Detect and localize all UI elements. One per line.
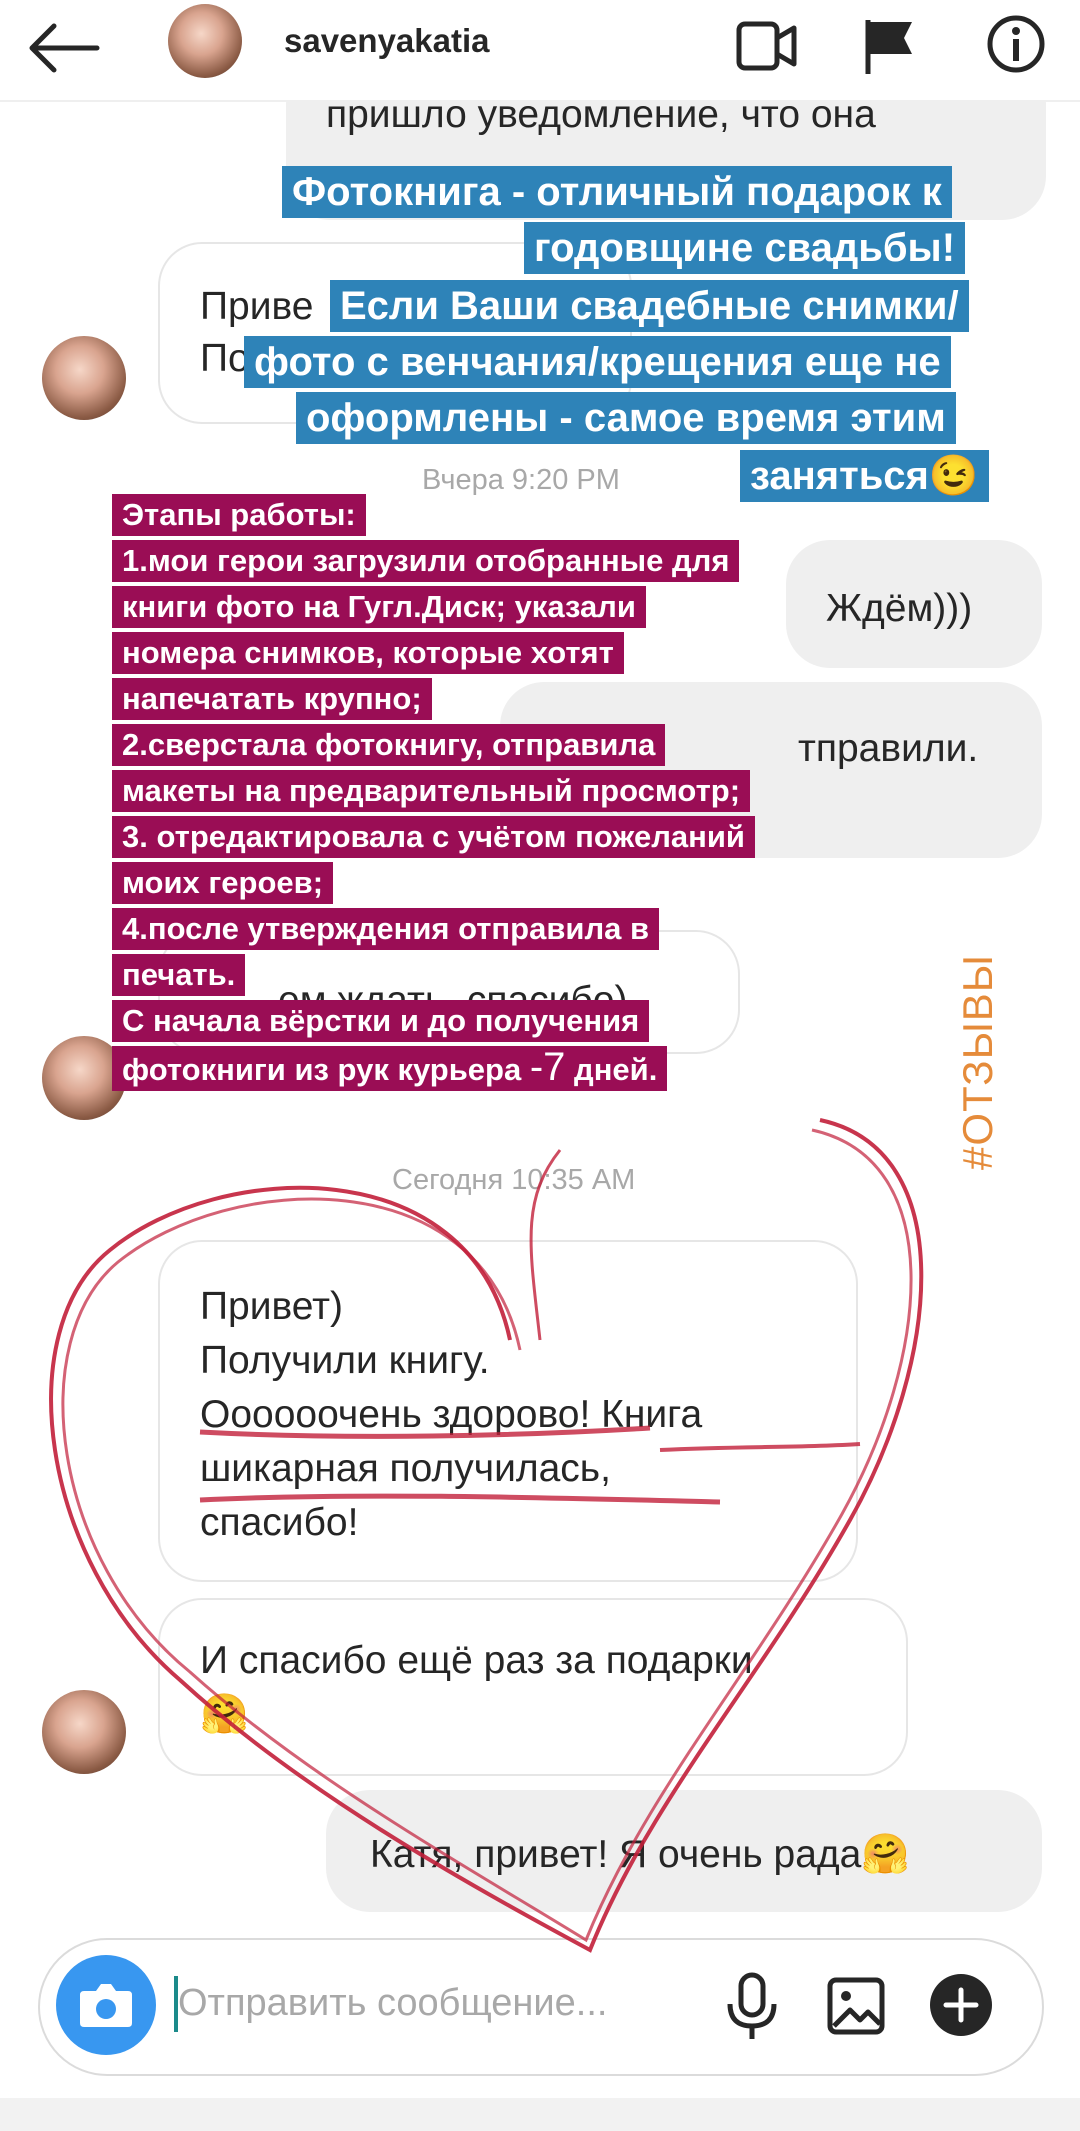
- story-line: книги фото на Гугл.Диск; указали: [112, 586, 646, 628]
- avatar[interactable]: [168, 4, 242, 78]
- message-text: Получили книгу.: [200, 1339, 490, 1382]
- story-line: моих героев;: [112, 862, 334, 904]
- message-text: И спасибо ещё раз за подарки: [200, 1639, 753, 1682]
- plus-button[interactable]: [930, 1974, 992, 2036]
- story-line-text: фотокниги из рук курьера: [122, 1052, 530, 1087]
- story-line: 4.после утверждения отправила в: [112, 908, 660, 950]
- hashtag-label: #ОТЗЫВЫ: [954, 954, 1001, 1170]
- emoji: 🤗: [200, 1693, 249, 1736]
- plus-icon: [943, 1987, 979, 2023]
- story-line: Этапы работы:: [112, 494, 366, 536]
- story-line: печать.: [112, 954, 246, 996]
- message-text: По: [200, 337, 250, 380]
- story-line: С начала вёрстки и до получения: [112, 1000, 650, 1042]
- story-line: Фотокнига - отличный подарок к: [282, 166, 952, 218]
- arrow-left-icon[interactable]: [22, 18, 102, 78]
- timestamp: Сегодня 10:35 AM: [392, 1164, 636, 1196]
- story-line: номера снимков, которые хотят: [112, 632, 624, 674]
- flag-icon[interactable]: [862, 16, 918, 76]
- gallery-icon[interactable]: [826, 1976, 886, 2036]
- message-text: спасибо!: [200, 1501, 359, 1544]
- chat-username[interactable]: savenyakatia: [284, 22, 490, 60]
- story-line: 3. отредактировала с учётом пожеланий: [112, 816, 755, 858]
- message-text: Катя, привет! Я очень рада🤗: [370, 1833, 910, 1876]
- message-text: Приве: [200, 285, 314, 328]
- story-line: напечатать крупно;: [112, 678, 432, 720]
- story-line: годовщине свадьбы!: [524, 222, 966, 274]
- incoming-message: [158, 1598, 908, 1776]
- story-line-text: дней.: [565, 1052, 658, 1087]
- message-text: Оооооочень здорово! Книга: [200, 1393, 703, 1436]
- story-line: заняться😉: [740, 450, 989, 502]
- story-line: макеты на предварительный просмотр;: [112, 770, 751, 812]
- story-line: Если Ваши свадебные снимки/: [330, 280, 969, 332]
- story-line: оформлены - самое время этим: [296, 392, 956, 444]
- bottom-strip: [0, 2098, 1080, 2131]
- chat-header: [0, 0, 1080, 102]
- story-line: фото с венчания/крещения еще не: [244, 336, 951, 388]
- message-input[interactable]: Отправить сообщение...: [178, 1982, 607, 2025]
- message-text: тправили.: [798, 727, 979, 770]
- story-line: фотокниги из рук курьера -7 дней.: [112, 1045, 668, 1091]
- avatar: [42, 336, 126, 420]
- duration-value: -7: [529, 1045, 566, 1089]
- story-line: 1.мои герои загрузили отобранные для: [112, 540, 740, 582]
- microphone-icon[interactable]: [724, 1972, 780, 2042]
- info-icon[interactable]: [986, 14, 1046, 74]
- video-call-icon[interactable]: [736, 18, 798, 74]
- story-line: 2.сверстала фотокнигу, отправила: [112, 724, 666, 766]
- message-text: шикарная получилась,: [200, 1447, 611, 1490]
- avatar: [42, 1690, 126, 1774]
- message-text: Ждём))): [826, 587, 973, 630]
- message-text: Привет): [200, 1285, 344, 1328]
- camera-button[interactable]: [56, 1955, 156, 2055]
- timestamp: Вчера 9:20 PM: [422, 464, 620, 496]
- camera-icon: [80, 1984, 132, 2027]
